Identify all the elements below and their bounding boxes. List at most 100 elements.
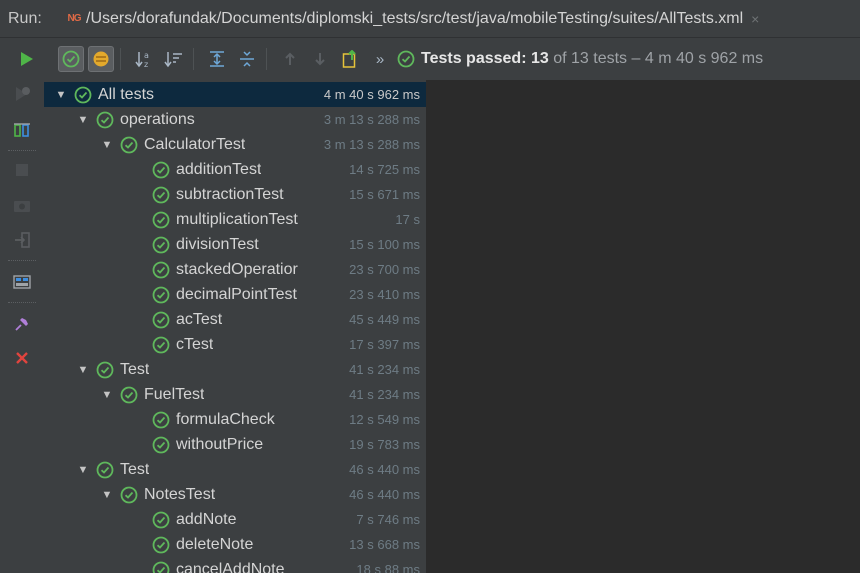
test-duration: 46 s 440 ms xyxy=(349,462,420,477)
expand-arrow-icon[interactable]: ▼ xyxy=(76,464,90,476)
svg-text:a: a xyxy=(144,51,149,60)
test-duration: 17 s xyxy=(395,212,420,227)
test-name: subtractionTest xyxy=(176,185,284,203)
sort-duration-icon[interactable] xyxy=(161,46,187,72)
test-passed-icon xyxy=(152,436,170,453)
test-toolbar: az » Tests passed: 13 of 13 tests – 4 m … xyxy=(0,38,860,80)
test-method-row[interactable]: acTest 45 s 449 ms xyxy=(44,307,426,332)
test-name: deleteNote xyxy=(176,535,254,553)
test-method-row[interactable]: withoutPrice 19 s 783 ms xyxy=(44,432,426,457)
export-icon[interactable] xyxy=(337,46,363,72)
pin-icon[interactable] xyxy=(12,314,32,334)
test-duration: 41 s 234 ms xyxy=(349,362,420,377)
test-suite-row[interactable]: ▼ CalculatorTest 3 m 13 s 288 ms xyxy=(44,132,426,157)
test-method-row[interactable]: additionTest 14 s 725 ms xyxy=(44,157,426,182)
sort-alpha-icon[interactable]: az xyxy=(131,46,157,72)
layout-icon[interactable] xyxy=(12,272,32,292)
test-passed-icon xyxy=(152,286,170,303)
test-name: NotesTest xyxy=(144,485,216,503)
test-duration: 23 s 410 ms xyxy=(349,287,420,302)
expand-arrow-icon[interactable]: ▼ xyxy=(76,364,90,376)
test-duration: 3 m 13 s 288 ms xyxy=(323,112,420,127)
test-name: decimalPointTest xyxy=(176,285,297,303)
test-method-row[interactable]: addNote 7 s 746 ms xyxy=(44,507,426,532)
test-passed-icon xyxy=(152,211,170,228)
test-method-row[interactable]: stackedOperatior 23 s 700 ms xyxy=(44,257,426,282)
run-icon[interactable] xyxy=(14,46,40,72)
test-duration: 13 s 668 ms xyxy=(349,537,420,552)
expand-arrow-icon[interactable]: ▼ xyxy=(54,89,68,101)
close-tab-icon[interactable]: × xyxy=(751,11,759,27)
testng-icon: NG xyxy=(67,13,82,24)
test-duration: 4 m 40 s 962 ms xyxy=(323,87,420,102)
more-icon[interactable]: » xyxy=(367,46,393,72)
test-method-row[interactable]: decimalPointTest 23 s 410 ms xyxy=(44,282,426,307)
test-method-row[interactable]: cTest 17 s 397 ms xyxy=(44,332,426,357)
test-duration: 19 s 783 ms xyxy=(349,437,420,452)
test-name: withoutPrice xyxy=(176,435,264,453)
test-passed-icon xyxy=(96,111,114,128)
test-passed-icon xyxy=(152,261,170,278)
console-output[interactable] xyxy=(426,80,860,573)
test-suite-row[interactable]: ▼ FuelTest 41 s 234 ms xyxy=(44,382,426,407)
test-method-row[interactable]: divisionTest 15 s 100 ms xyxy=(44,232,426,257)
gutter-divider xyxy=(8,150,36,152)
expand-arrow-icon[interactable]: ▼ xyxy=(100,489,114,501)
next-failed-icon[interactable] xyxy=(307,46,333,72)
test-duration: 46 s 440 ms xyxy=(349,487,420,502)
expand-arrow-icon[interactable]: ▼ xyxy=(100,139,114,151)
test-name: stackedOperatior xyxy=(176,260,298,278)
test-passed-icon xyxy=(152,536,170,553)
test-suite-row[interactable]: ▼ Test 46 s 440 ms xyxy=(44,457,426,482)
test-duration: 14 s 725 ms xyxy=(349,162,420,177)
expand-arrow-icon[interactable]: ▼ xyxy=(100,389,114,401)
test-name: Test xyxy=(120,360,150,378)
close-icon[interactable] xyxy=(12,348,32,368)
expand-arrow-icon[interactable]: ▼ xyxy=(76,114,90,126)
test-duration: 17 s 397 ms xyxy=(349,337,420,352)
test-name: FuelTest xyxy=(144,385,205,403)
test-duration: 12 s 549 ms xyxy=(349,412,420,427)
run-config-path[interactable]: /Users/dorafundak/Documents/diplomski_te… xyxy=(86,10,743,28)
run-gutter xyxy=(0,80,44,573)
test-suite-row[interactable]: ▼ operations 3 m 13 s 288 ms xyxy=(44,107,426,132)
show-ignored-icon[interactable] xyxy=(88,46,114,72)
test-passed-icon xyxy=(96,461,114,478)
test-passed-icon xyxy=(96,361,114,378)
stop-icon[interactable] xyxy=(12,160,32,180)
test-method-row[interactable]: subtractionTest 15 s 671 ms xyxy=(44,182,426,207)
test-name: Test xyxy=(120,460,150,478)
test-name: CalculatorTest xyxy=(144,135,246,153)
test-method-row[interactable]: formulaCheck 12 s 549 ms xyxy=(44,407,426,432)
test-suite-row[interactable]: ▼ Test 41 s 234 ms xyxy=(44,357,426,382)
expand-all-icon[interactable] xyxy=(204,46,230,72)
status-passed-count: 13 xyxy=(530,50,549,67)
toolbar-separator xyxy=(266,48,267,70)
test-duration: 7 s 746 ms xyxy=(356,512,420,527)
test-duration: 18 s 88 ms xyxy=(356,562,420,573)
exit-icon[interactable] xyxy=(12,230,32,250)
collapse-all-icon[interactable] xyxy=(234,46,260,72)
prev-failed-icon[interactable] xyxy=(277,46,303,72)
screenshot-icon[interactable] xyxy=(12,196,32,216)
test-method-row[interactable]: multiplicationTest 17 s xyxy=(44,207,426,232)
test-duration: 15 s 671 ms xyxy=(349,187,420,202)
status-prefix: Tests passed: xyxy=(421,50,527,67)
test-passed-icon xyxy=(152,186,170,203)
test-method-row[interactable]: deleteNote 13 s 668 ms xyxy=(44,532,426,557)
toggle-auto-test-icon[interactable] xyxy=(12,120,32,140)
show-passed-icon[interactable] xyxy=(58,46,84,72)
test-name: cancelAddNote xyxy=(176,560,285,573)
test-suite-row[interactable]: ▼ All tests 4 m 40 s 962 ms xyxy=(44,82,426,107)
rerun-failed-icon[interactable] xyxy=(12,84,32,104)
test-passed-icon xyxy=(152,561,170,573)
svg-text:z: z xyxy=(144,60,148,68)
test-suite-row[interactable]: ▼ NotesTest 46 s 440 ms xyxy=(44,482,426,507)
test-name: additionTest xyxy=(176,160,262,178)
test-passed-icon xyxy=(120,486,138,503)
test-duration: 45 s 449 ms xyxy=(349,312,420,327)
run-header: Run: NG /Users/dorafundak/Documents/dipl… xyxy=(0,0,860,38)
test-method-row[interactable]: cancelAddNote 18 s 88 ms xyxy=(44,557,426,573)
toolbar-separator xyxy=(120,48,121,70)
test-passed-icon xyxy=(120,136,138,153)
